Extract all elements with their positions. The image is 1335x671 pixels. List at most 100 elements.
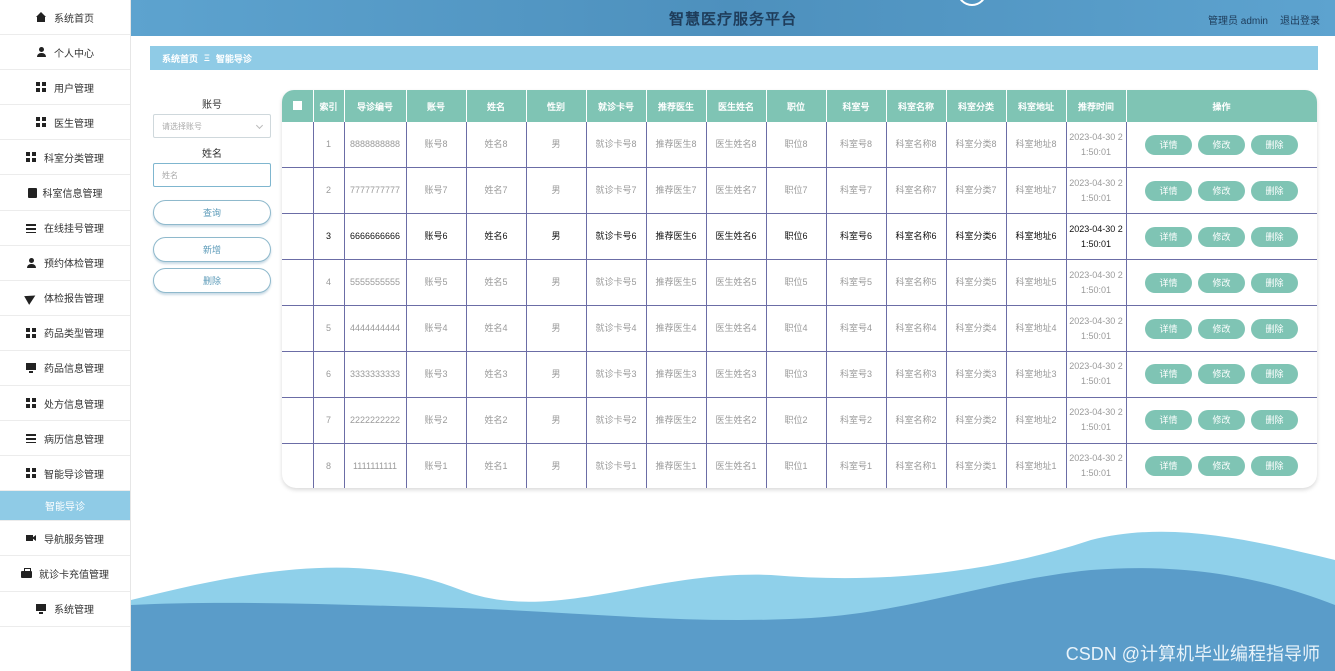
edit-button[interactable]: 修改 [1198, 318, 1245, 339]
column-header: 科室号 [826, 90, 887, 122]
watermark: CSDN @计算机毕业编程指导师 [1065, 644, 1320, 664]
grid-icon [26, 398, 38, 409]
sidebar-item-label: 药品信息管理 [44, 364, 104, 376]
sidebar-item[interactable]: 预约体检管理 [0, 246, 130, 281]
breadcrumb-home[interactable]: 系统首页 [162, 52, 198, 65]
table-cell: 科室名称8 [886, 122, 947, 169]
edit-button[interactable]: 修改 [1198, 456, 1245, 477]
sidebar-item[interactable]: 导航服务管理 [0, 521, 130, 557]
table-cell: 姓名8 [466, 122, 527, 169]
detail-button[interactable]: 详情 [1145, 272, 1192, 293]
row-checkbox-cell[interactable] [282, 213, 314, 261]
table-cell: 7 [313, 397, 345, 444]
add-button[interactable]: 新增 [153, 237, 271, 262]
detail-button[interactable]: 详情 [1145, 226, 1192, 247]
sidebar-item-label: 体检报告管理 [44, 294, 104, 306]
row-checkbox-cell[interactable] [282, 351, 314, 398]
row-delete-button[interactable]: 删除 [1251, 226, 1298, 247]
grid-icon [26, 327, 38, 338]
row-actions: 详情 修改 删除 [1126, 351, 1317, 398]
table-cell: 2023-04-30 21:50:01 [1066, 122, 1127, 169]
row-delete-button[interactable]: 删除 [1251, 272, 1298, 293]
table-row[interactable]: 2 7777777777 账号7 姓名7 男就诊卡号7 推荐医生7 医生姓名7 职位7 科室号7… [282, 167, 1317, 215]
row-delete-button[interactable]: 删除 [1251, 410, 1298, 431]
table-cell: 职位8 [766, 122, 827, 169]
sidebar-item[interactable]: 用户管理 [0, 70, 130, 106]
sidebar-subitem-smart-guide[interactable]: 智能导诊 [0, 491, 130, 522]
sidebar-item[interactable]: 病历信息管理 [0, 421, 130, 457]
sidebar-item[interactable]: 科室信息管理 [0, 175, 130, 211]
column-header: 科室分类 [946, 90, 1007, 122]
table-row[interactable]: 3 6666666666 账号6 姓名6 男就诊卡号6 推荐医生6 医生姓名6 职位6 科室号6… [282, 213, 1317, 261]
sidebar-item[interactable]: 系统首页 [0, 0, 130, 36]
logout-link[interactable]: 退出登录 [1280, 12, 1320, 27]
table-cell: 科室名称4 [886, 305, 947, 352]
table-cell: 1 [313, 122, 345, 169]
edit-button[interactable]: 修改 [1198, 226, 1245, 247]
sidebar-item[interactable]: 药品类型管理 [0, 316, 130, 351]
row-delete-button[interactable]: 删除 [1251, 180, 1298, 201]
table-cell: 8 [313, 443, 345, 488]
table-row[interactable]: 7 2222222222 账号2 姓名2 男就诊卡号2 推荐医生2 医生姓名2 职位2 科室号2… [282, 397, 1317, 444]
sidebar-item[interactable]: 就诊卡充值管理 [0, 556, 130, 592]
edit-button[interactable]: 修改 [1198, 180, 1245, 201]
row-checkbox-cell[interactable] [282, 122, 314, 169]
table-row[interactable]: 8 1111111111 账号1 姓名1 男就诊卡号1 推荐医生1 医生姓名1 职位1 科室号1… [282, 443, 1317, 488]
detail-button[interactable]: 详情 [1145, 180, 1192, 201]
table-cell: 推荐医生7 [646, 167, 707, 215]
row-actions: 详情 修改 删除 [1126, 259, 1317, 307]
detail-button[interactable]: 详情 [1145, 318, 1192, 339]
row-delete-button[interactable]: 删除 [1251, 456, 1298, 477]
row-checkbox-cell[interactable] [282, 259, 314, 307]
edit-button[interactable]: 修改 [1198, 272, 1245, 293]
sidebar-item[interactable]: 个人中心 [0, 35, 130, 71]
sidebar-item[interactable]: 医生管理 [0, 105, 130, 141]
app-root: 系统首页 个人中心 用户管理 医生管理 科室分类管理 科室信息管理 在线挂号管理 预约体检管理… [0, 0, 1335, 671]
sidebar-item[interactable]: 体检报告管理 [0, 281, 130, 316]
account-label: 账号 [202, 100, 222, 111]
monitor-icon [36, 603, 48, 614]
table-row[interactable]: 6 3333333333 账号3 姓名3 男就诊卡号3 推荐医生3 医生姓名3 职位3 科室号3… [282, 351, 1317, 398]
table-cell: 医生姓名3 [706, 351, 767, 398]
row-checkbox-cell[interactable] [282, 443, 314, 488]
delete-button[interactable]: 删除 [153, 268, 271, 293]
edit-button[interactable]: 修改 [1198, 134, 1245, 155]
row-delete-button[interactable]: 删除 [1251, 364, 1298, 385]
select-all-checkbox[interactable] [292, 100, 302, 110]
row-delete-button[interactable]: 删除 [1251, 134, 1298, 155]
data-table: 索引 导诊编号 账号 姓名 性别 就诊卡号 推荐医生 医生姓名 职位 科室号 科室名称 科室分类 科室地… [282, 90, 1317, 488]
row-checkbox-cell[interactable] [282, 305, 314, 352]
table-cell: 科室号8 [826, 122, 887, 169]
detail-button[interactable]: 详情 [1145, 134, 1192, 155]
sidebar-item[interactable]: 系统管理 [0, 592, 130, 627]
table-row[interactable]: 1 8888888888 账号8 姓名8 男就诊卡号8 推荐医生8 医生姓名8 职位8 科室号8… [282, 122, 1317, 169]
sidebar-item[interactable]: 药品信息管理 [0, 351, 130, 387]
sidebar-item[interactable]: 处方信息管理 [0, 386, 130, 422]
table-cell: 就诊卡号7 [586, 167, 647, 215]
query-button[interactable]: 查询 [153, 200, 271, 225]
table-cell: 科室分类1 [946, 443, 1007, 488]
sidebar-item-label: 处方信息管理 [44, 399, 104, 411]
select-all-header[interactable] [282, 90, 314, 122]
detail-button[interactable]: 详情 [1145, 364, 1192, 385]
table-row[interactable]: 4 5555555555 账号5 姓名5 男就诊卡号5 推荐医生5 医生姓名5 职位5 科室号5… [282, 259, 1317, 307]
sidebar-item-label: 科室分类管理 [44, 153, 104, 165]
table-cell: 男 [526, 259, 587, 307]
row-checkbox-cell[interactable] [282, 397, 314, 444]
edit-button[interactable]: 修改 [1198, 364, 1245, 385]
sidebar-item[interactable]: 智能导诊管理 [0, 456, 130, 492]
sidebar-item-label: 医生管理 [54, 118, 94, 130]
table-cell: 职位3 [766, 351, 827, 398]
table-cell: 科室号3 [826, 351, 887, 398]
detail-button[interactable]: 详情 [1145, 410, 1192, 431]
table-row[interactable]: 5 4444444444 账号4 姓名4 男就诊卡号4 推荐医生4 医生姓名4 职位4 科室号4… [282, 305, 1317, 352]
row-delete-button[interactable]: 删除 [1251, 318, 1298, 339]
row-checkbox-cell[interactable] [282, 167, 314, 215]
account-select[interactable]: 请选择账号 [153, 114, 271, 138]
name-input[interactable]: 姓名 [153, 163, 271, 187]
sidebar-item[interactable]: 科室分类管理 [0, 140, 130, 176]
sidebar-item[interactable]: 在线挂号管理 [0, 211, 130, 246]
table-cell: 科室名称6 [886, 213, 947, 261]
detail-button[interactable]: 详情 [1145, 456, 1192, 477]
edit-button[interactable]: 修改 [1198, 410, 1245, 431]
